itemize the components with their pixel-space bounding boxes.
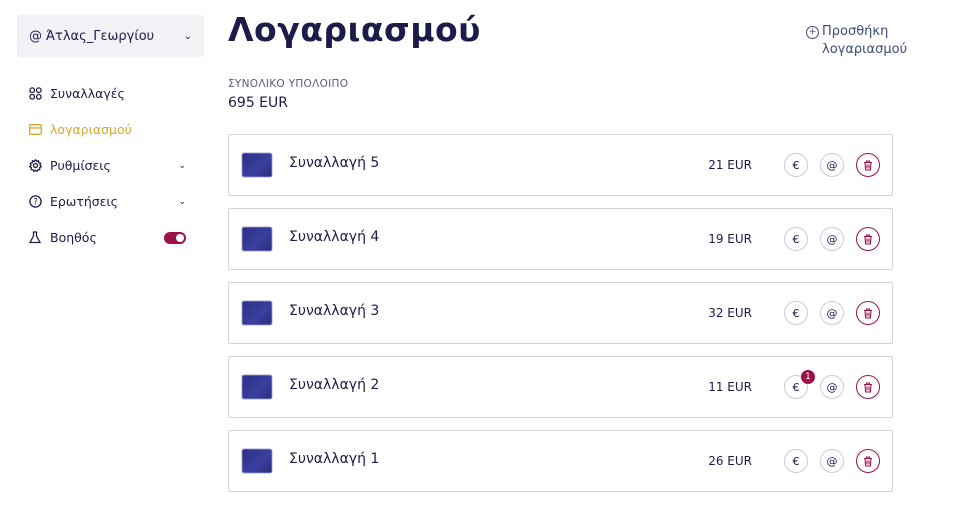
transaction-thumbnail: [242, 449, 272, 473]
total-balance-value: 695 EUR: [228, 95, 288, 111]
sidebar-item-label: λογαριασμού: [50, 122, 132, 137]
transaction-amount: 32 EUR: [708, 306, 752, 320]
delete-button[interactable]: [856, 449, 880, 473]
transaction-amount: 19 EUR: [708, 232, 752, 246]
sidebar-item-transactions[interactable]: Συναλλαγές: [28, 86, 186, 101]
sidebar-item-accounts[interactable]: λογαριασμού: [28, 122, 186, 137]
trash-icon: [864, 455, 872, 467]
euro-button[interactable]: €: [784, 449, 808, 473]
sidebar-item-label: Ρυθμίσεις: [50, 158, 111, 173]
transaction-row[interactable]: Συναλλαγή 1 26 EUR € @: [228, 430, 893, 492]
gear-icon: [28, 159, 42, 173]
transaction-amount: 26 EUR: [708, 454, 752, 468]
transaction-row[interactable]: Συναλλαγή 2 11 EUR € 1 @: [228, 356, 893, 418]
euro-icon: €: [792, 232, 800, 246]
grid-icon: [28, 87, 42, 101]
add-account-link[interactable]: + Προσθήκη λογαριασμού: [806, 23, 926, 59]
svg-text:?: ?: [33, 198, 38, 208]
mention-button[interactable]: @: [820, 153, 844, 177]
chevron-down-icon: ⌄: [183, 30, 192, 42]
trash-icon: [864, 233, 872, 245]
mention-button[interactable]: @: [820, 301, 844, 325]
transaction-thumbnail: [242, 301, 272, 325]
transaction-list: Συναλλαγή 5 21 EUR € @ Συναλλαγή 4 19 EU…: [228, 134, 893, 504]
sidebar-item-label: Ερωτήσεις: [50, 194, 118, 209]
transaction-row[interactable]: Συναλλαγή 5 21 EUR € @: [228, 134, 893, 196]
euro-icon: €: [792, 158, 800, 172]
at-icon: @: [29, 28, 42, 44]
mention-button[interactable]: @: [820, 375, 844, 399]
transaction-name: Συναλλαγή 1: [289, 451, 380, 467]
trash-icon: [864, 159, 872, 171]
trash-icon: [864, 307, 872, 319]
euro-button[interactable]: € 1: [784, 370, 815, 399]
transaction-thumbnail: [242, 153, 272, 177]
transaction-name: Συναλλαγή 5: [289, 155, 380, 171]
transaction-row[interactable]: Συναλλαγή 4 19 EUR € @: [228, 208, 893, 270]
transaction-name: Συναλλαγή 3: [289, 303, 380, 319]
sidebar: @ Άτλας_Γεωργίου ⌄ Συναλλαγές λογαριασμο…: [0, 0, 215, 513]
delete-button[interactable]: [856, 375, 880, 399]
at-icon: @: [826, 232, 838, 246]
user-name: Άτλας_Γεωργίου: [46, 28, 155, 44]
account-switcher[interactable]: @ Άτλας_Γεωργίου ⌄: [17, 15, 204, 57]
mention-button[interactable]: @: [820, 449, 844, 473]
plus-icon: +: [806, 26, 819, 39]
sidebar-item-label: Βοηθός: [50, 230, 97, 245]
assistant-toggle[interactable]: [164, 231, 186, 244]
transaction-amount: 11 EUR: [708, 380, 752, 394]
at-icon: @: [826, 158, 838, 172]
card-icon: [28, 123, 42, 137]
euro-icon: €: [792, 454, 800, 468]
transaction-thumbnail: [242, 375, 272, 399]
notification-badge: 1: [801, 370, 815, 384]
sidebar-item-label: Συναλλαγές: [50, 86, 125, 101]
sidebar-item-settings[interactable]: Ρυθμίσεις ⌄: [28, 158, 186, 173]
delete-button[interactable]: [856, 301, 880, 325]
transaction-thumbnail: [242, 227, 272, 251]
chevron-down-icon: ⌄: [178, 160, 186, 171]
transaction-name: Συναλλαγή 2: [289, 377, 380, 393]
total-balance-label: ΣΥΝΟΛΙΚΟ ΥΠΟΛΟΙΠΟ: [228, 78, 349, 90]
mention-button[interactable]: @: [820, 227, 844, 251]
trash-icon: [864, 381, 872, 393]
euro-button[interactable]: €: [784, 153, 808, 177]
euro-icon: €: [792, 380, 800, 394]
add-account-label: Προσθήκη λογαριασμού: [822, 24, 908, 57]
sidebar-item-faq[interactable]: ? Ερωτήσεις ⌄: [28, 194, 186, 209]
at-icon: @: [826, 380, 838, 394]
at-icon: @: [826, 454, 838, 468]
sidebar-item-assistant[interactable]: Βοηθός: [28, 230, 186, 245]
delete-button[interactable]: [856, 227, 880, 251]
transaction-row[interactable]: Συναλλαγή 3 32 EUR € @: [228, 282, 893, 344]
euro-button[interactable]: €: [784, 227, 808, 251]
page-title: Λογαριασμού: [228, 10, 481, 49]
question-icon: ?: [28, 195, 42, 209]
transaction-name: Συναλλαγή 4: [289, 229, 380, 245]
flask-icon: [28, 231, 42, 245]
toggle-knob: [176, 233, 184, 242]
euro-button[interactable]: €: [784, 301, 808, 325]
delete-button[interactable]: [856, 153, 880, 177]
chevron-down-icon: ⌄: [178, 196, 186, 207]
transaction-amount: 21 EUR: [708, 158, 752, 172]
euro-icon: €: [792, 306, 800, 320]
at-icon: @: [826, 306, 838, 320]
